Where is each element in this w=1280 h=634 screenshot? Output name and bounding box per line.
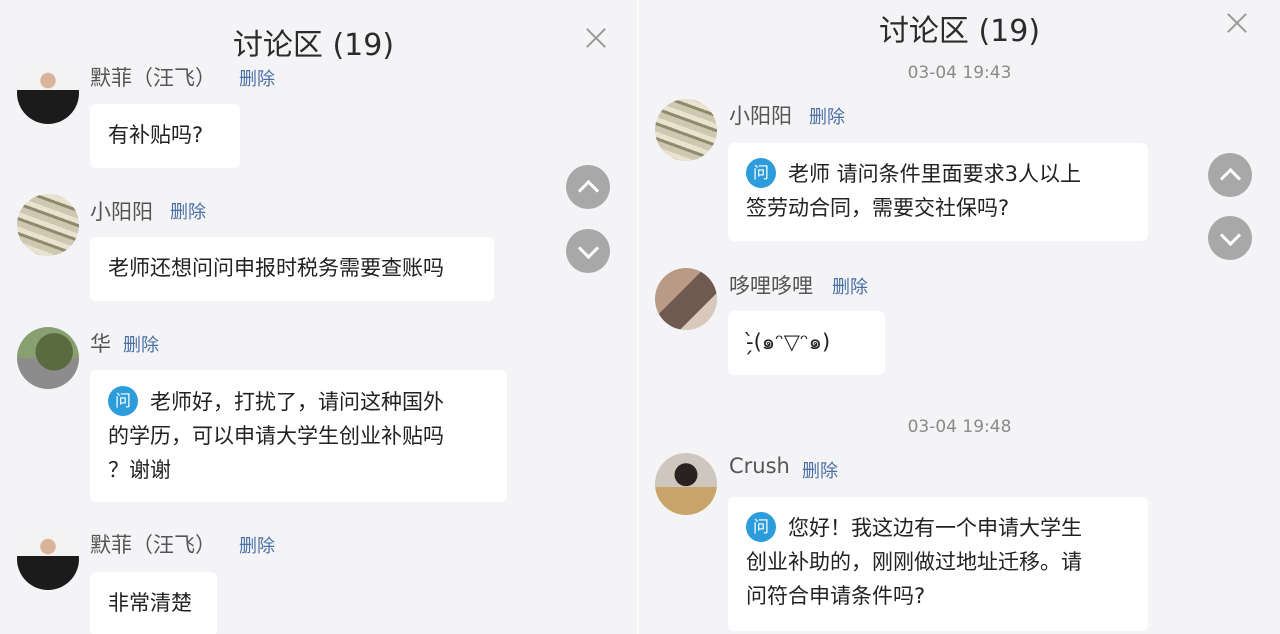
close-icon[interactable]	[585, 27, 607, 49]
user-name: 小阳阳	[90, 200, 153, 224]
delete-link[interactable]: 删除	[239, 532, 275, 558]
discussion-panel-right: 讨论区 (19) 03-04 19:43 小阳阳 删除 问老师 请问条件里面要求…	[639, 0, 1280, 634]
message-line: 创业补助的，刚刚做过地址迁移。请	[746, 550, 1082, 574]
question-bubble: 问您好！我这边有一个申请大学生 创业补助的，刚刚做过地址迁移。请 问符合申请条件…	[728, 497, 1148, 631]
user-name: 默菲（汪飞）	[90, 533, 216, 557]
avatar[interactable]	[17, 62, 79, 124]
chevron-up-icon[interactable]	[1208, 153, 1252, 197]
user-name: Crush	[729, 454, 790, 478]
avatar[interactable]	[17, 194, 79, 256]
message-line: 问符合申请条件吗?	[746, 584, 926, 608]
timestamp: 03-04 19:43	[907, 63, 1012, 83]
discussion-panel-left: 讨论区 (19) 默菲（汪飞） 删除 有补贴吗? 小阳阳 删除 老师还想问问申报…	[0, 0, 637, 634]
avatar[interactable]	[17, 327, 79, 389]
avatar[interactable]	[655, 453, 717, 515]
avatar[interactable]	[655, 99, 717, 161]
delete-link[interactable]: 删除	[123, 331, 159, 357]
delete-link[interactable]: 删除	[809, 103, 845, 129]
message-bubble: 有补贴吗?	[90, 104, 240, 168]
delete-link[interactable]: 删除	[832, 273, 868, 299]
user-name: 哆哩哆哩	[729, 274, 813, 298]
user-name: 小阳阳	[729, 104, 792, 128]
message-line: 签劳动合同，需要交社保吗?	[746, 196, 1010, 220]
user-name: 华	[90, 332, 111, 356]
question-bubble: 问老师 请问条件里面要求3人以上 签劳动合同，需要交社保吗?	[728, 143, 1148, 241]
message-bubble: 老师还想问问申报时税务需要查账吗	[90, 237, 494, 301]
question-badge-icon: 问	[108, 386, 138, 416]
message-line: 您好！我这边有一个申请大学生	[788, 516, 1082, 540]
message-bubble: -̗̀(๑ᵔ▽ᵔ๑)	[728, 311, 885, 375]
delete-link[interactable]: 删除	[170, 198, 206, 224]
chevron-up-icon[interactable]	[566, 165, 610, 209]
question-badge-icon: 问	[746, 512, 776, 542]
timestamp: 03-04 19:48	[907, 417, 1012, 437]
user-name: 默菲（汪飞）	[90, 66, 216, 90]
message-line: ？谢谢	[108, 458, 171, 482]
question-bubble: 问老师好，打扰了，请问这种国外 的学历，可以申请大学生创业补贴吗 ？谢谢	[90, 370, 507, 502]
avatar[interactable]	[655, 268, 717, 330]
panel-title: 讨论区 (19)	[232, 28, 395, 63]
chevron-down-icon[interactable]	[1208, 216, 1252, 260]
message-line: 老师 请问条件里面要求3人以上	[788, 162, 1082, 186]
delete-link[interactable]: 删除	[802, 457, 838, 483]
panel-title: 讨论区 (19)	[878, 14, 1041, 49]
question-badge-icon: 问	[746, 158, 776, 188]
message-bubble: 非常清楚	[90, 572, 217, 634]
chevron-down-icon[interactable]	[566, 229, 610, 273]
message-line: 的学历，可以申请大学生创业补贴吗	[108, 424, 444, 448]
delete-link[interactable]: 删除	[239, 65, 275, 91]
message-line: 老师好，打扰了，请问这种国外	[150, 390, 444, 414]
close-icon[interactable]	[1226, 12, 1248, 34]
avatar[interactable]	[17, 528, 79, 590]
